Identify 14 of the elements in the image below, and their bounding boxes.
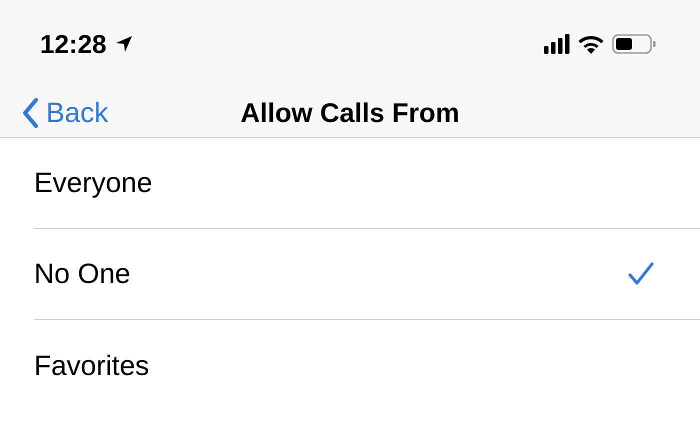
option-label: Everyone xyxy=(34,166,152,200)
battery-icon xyxy=(612,34,656,54)
clock-time: 12:28 xyxy=(40,28,106,60)
screen-title: Allow Calls From xyxy=(240,97,460,128)
option-row[interactable]: No One xyxy=(34,229,700,320)
option-label: No One xyxy=(34,257,130,291)
option-label: Favorites xyxy=(34,348,150,382)
option-row[interactable]: Everyone xyxy=(34,138,700,229)
option-row[interactable]: Favorites xyxy=(34,320,700,411)
back-button[interactable]: Back xyxy=(22,92,108,134)
wifi-icon xyxy=(578,34,604,54)
cellular-signal-icon xyxy=(544,34,570,54)
chevron-left-icon xyxy=(22,98,38,128)
location-arrow-icon xyxy=(114,35,132,53)
